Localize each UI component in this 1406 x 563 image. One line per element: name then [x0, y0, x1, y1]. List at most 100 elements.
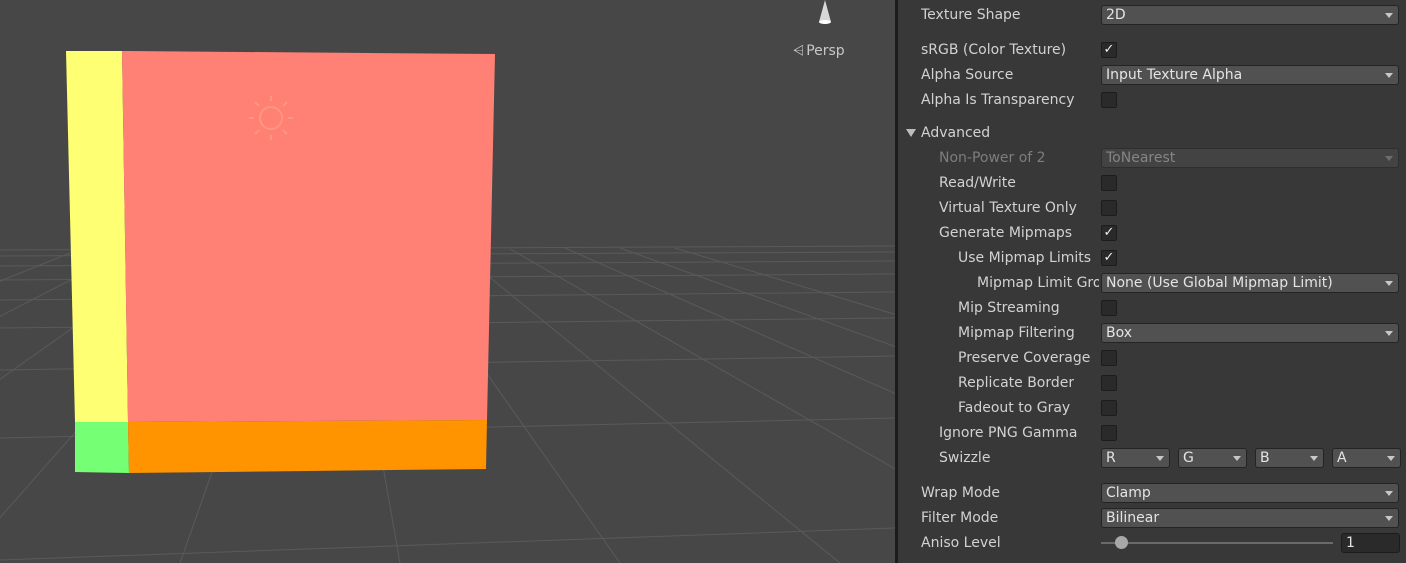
non-power-of-2-row: Non-Power of 2 ToNearest: [898, 147, 1406, 169]
non-power-of-2-value: ToNearest: [1106, 150, 1176, 166]
texture-shape-label: Texture Shape: [921, 7, 1021, 23]
use-mipmap-limits-row: Use Mipmap Limits ✓: [898, 247, 1406, 269]
texture-shape-row: Texture Shape 2D: [898, 4, 1406, 26]
alpha-is-transparency-checkbox[interactable]: [1101, 92, 1117, 108]
wrap-mode-dropdown[interactable]: Clamp: [1101, 483, 1399, 503]
non-power-of-2-dropdown: ToNearest: [1101, 148, 1399, 168]
mip-streaming-label: Mip Streaming: [958, 300, 1060, 316]
filter-mode-dropdown[interactable]: Bilinear: [1101, 508, 1399, 528]
chevron-down-icon: [1385, 156, 1393, 161]
mipmap-filtering-label: Mipmap Filtering: [958, 325, 1075, 341]
aniso-level-row: Aniso Level 1: [898, 532, 1406, 554]
use-mipmap-limits-label: Use Mipmap Limits: [958, 250, 1092, 266]
chevron-down-icon: [1233, 456, 1241, 461]
mipmap-filtering-row: Mipmap Filtering Box: [898, 322, 1406, 344]
mipmap-filtering-value: Box: [1106, 325, 1133, 341]
chevron-down-icon: [1385, 281, 1393, 286]
swizzle-b-value: B: [1260, 450, 1270, 466]
replicate-border-label: Replicate Border: [958, 375, 1075, 391]
generate-mipmaps-checkbox[interactable]: ✓: [1101, 225, 1117, 241]
mip-streaming-row: Mip Streaming: [898, 297, 1406, 319]
mip-streaming-checkbox[interactable]: [1101, 300, 1117, 316]
foldout-arrow-icon[interactable]: [906, 129, 916, 137]
srgb-row: sRGB (Color Texture) ✓: [898, 39, 1406, 61]
persp-arrow-icon: ⩤: [793, 43, 805, 59]
ignore-png-gamma-checkbox[interactable]: [1101, 425, 1117, 441]
scene-view[interactable]: ⩤ Persp: [0, 0, 895, 563]
chevron-down-icon: [1385, 73, 1393, 78]
ignore-png-gamma-row: Ignore PNG Gamma: [898, 422, 1406, 444]
chevron-down-icon: [1156, 456, 1164, 461]
mipmap-limit-group-label: Mipmap Limit Gro: [977, 275, 1099, 291]
srgb-checkbox[interactable]: ✓: [1101, 42, 1117, 58]
texture-shape-value: 2D: [1106, 7, 1126, 23]
swizzle-label: Swizzle: [939, 450, 991, 466]
alpha-source-label: Alpha Source: [921, 67, 1014, 83]
swizzle-g-value: G: [1183, 450, 1194, 466]
filter-mode-value: Bilinear: [1106, 510, 1160, 526]
alpha-source-value: Input Texture Alpha: [1106, 67, 1243, 83]
alpha-is-transparency-row: Alpha Is Transparency: [898, 89, 1406, 111]
fadeout-to-gray-checkbox[interactable]: [1101, 400, 1117, 416]
swizzle-r-value: R: [1106, 450, 1116, 466]
read-write-row: Read/Write: [898, 172, 1406, 194]
camera-gizmo-base: [819, 20, 831, 24]
texture-region-orange: [128, 420, 487, 473]
swizzle-b-dropdown[interactable]: B: [1255, 448, 1324, 468]
ignore-png-gamma-label: Ignore PNG Gamma: [939, 425, 1078, 441]
aniso-level-label: Aniso Level: [921, 535, 1001, 551]
texture-shape-dropdown[interactable]: 2D: [1101, 5, 1399, 25]
virtual-texture-only-row: Virtual Texture Only: [898, 197, 1406, 219]
non-power-of-2-label: Non-Power of 2: [939, 150, 1046, 166]
alpha-source-dropdown[interactable]: Input Texture Alpha: [1101, 65, 1399, 85]
read-write-label: Read/Write: [939, 175, 1016, 191]
texture-region-green: [75, 422, 129, 473]
texture-region-red: [122, 51, 495, 422]
advanced-foldout[interactable]: Advanced: [898, 122, 1406, 144]
wrap-mode-row: Wrap Mode Clamp: [898, 482, 1406, 504]
swizzle-a-dropdown[interactable]: A: [1332, 448, 1401, 468]
projection-toggle[interactable]: ⩤ Persp: [793, 43, 845, 59]
wrap-mode-value: Clamp: [1106, 485, 1151, 501]
preserve-coverage-row: Preserve Coverage: [898, 347, 1406, 369]
mipmap-limit-group-dropdown[interactable]: None (Use Global Mipmap Limit): [1101, 273, 1399, 293]
mipmap-limit-group-row: Mipmap Limit Gro None (Use Global Mipmap…: [898, 272, 1406, 294]
aniso-level-slider-track[interactable]: [1101, 542, 1333, 544]
preserve-coverage-label: Preserve Coverage: [958, 350, 1091, 366]
texture-import-inspector: Texture Shape 2D sRGB (Color Texture) ✓ …: [898, 0, 1406, 563]
texture-region-yellow: [66, 51, 128, 422]
generate-mipmaps-row: Generate Mipmaps ✓: [898, 222, 1406, 244]
virtual-texture-only-checkbox[interactable]: [1101, 200, 1117, 216]
mipmap-filtering-dropdown[interactable]: Box: [1101, 323, 1399, 343]
srgb-label: sRGB (Color Texture): [921, 42, 1067, 58]
fadeout-to-gray-row: Fadeout to Gray: [898, 397, 1406, 419]
chevron-down-icon: [1385, 491, 1393, 496]
advanced-label[interactable]: Advanced: [921, 124, 990, 142]
filter-mode-row: Filter Mode Bilinear: [898, 507, 1406, 529]
read-write-checkbox[interactable]: [1101, 175, 1117, 191]
fadeout-to-gray-label: Fadeout to Gray: [958, 400, 1071, 416]
chevron-down-icon: [1385, 516, 1393, 521]
chevron-down-icon: [1385, 331, 1393, 336]
virtual-texture-only-label: Virtual Texture Only: [939, 200, 1077, 216]
swizzle-r-dropdown[interactable]: R: [1101, 448, 1170, 468]
swizzle-a-value: A: [1337, 450, 1347, 466]
alpha-source-row: Alpha Source Input Texture Alpha: [898, 64, 1406, 86]
scene-canvas[interactable]: [0, 0, 895, 563]
preserve-coverage-checkbox[interactable]: [1101, 350, 1117, 366]
wrap-mode-label: Wrap Mode: [921, 485, 1001, 501]
replicate-border-row: Replicate Border: [898, 372, 1406, 394]
swizzle-row: Swizzle R G B A: [898, 447, 1406, 469]
aniso-level-field[interactable]: 1: [1341, 533, 1400, 553]
swizzle-g-dropdown[interactable]: G: [1178, 448, 1247, 468]
aniso-level-slider-handle[interactable]: [1114, 536, 1128, 549]
use-mipmap-limits-checkbox[interactable]: ✓: [1101, 250, 1117, 266]
chevron-down-icon: [1310, 456, 1318, 461]
mipmap-limit-group-value: None (Use Global Mipmap Limit): [1106, 275, 1333, 291]
filter-mode-label: Filter Mode: [921, 510, 999, 526]
chevron-down-icon: [1387, 456, 1395, 461]
generate-mipmaps-label: Generate Mipmaps: [939, 225, 1073, 241]
chevron-down-icon: [1385, 13, 1393, 18]
replicate-border-checkbox[interactable]: [1101, 375, 1117, 391]
alpha-is-transparency-label: Alpha Is Transparency: [921, 92, 1075, 108]
